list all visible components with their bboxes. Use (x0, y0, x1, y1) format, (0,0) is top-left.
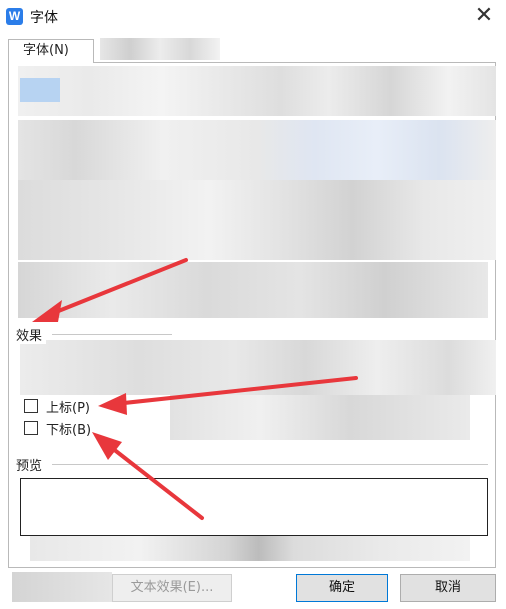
superscript-checkbox[interactable] (24, 399, 38, 413)
wps-app-icon: W (6, 8, 23, 25)
superscript-label: 上标(P) (46, 400, 90, 416)
cancel-button[interactable]: 取消 (400, 574, 496, 602)
subscript-checkbox[interactable] (24, 421, 38, 435)
obscured-region (18, 120, 496, 180)
subscript-option[interactable]: 下标(B) (24, 419, 92, 438)
obscured-region (20, 340, 496, 395)
subscript-label: 下标(B) (46, 422, 92, 438)
preview-group-label: 预览 (16, 455, 47, 474)
obscured-region (12, 572, 112, 602)
preview-divider (52, 464, 488, 465)
ok-button[interactable]: 确定 (296, 574, 388, 602)
window-title: 字体 (30, 10, 58, 26)
obscured-region (20, 78, 60, 102)
title-bar: W 字体 ✕ (0, 0, 506, 32)
obscured-region (100, 38, 220, 60)
preview-box (20, 478, 488, 536)
obscured-region (18, 180, 496, 260)
obscured-region (18, 66, 496, 116)
close-icon[interactable]: ✕ (470, 2, 498, 30)
effects-group-label: 效果 (16, 325, 47, 344)
effects-divider (52, 334, 172, 335)
superscript-option[interactable]: 上标(P) (24, 397, 90, 416)
tab-font[interactable]: 字体(N) (8, 39, 94, 63)
obscured-region (18, 262, 488, 318)
text-effect-button[interactable]: 文本效果(E)... (112, 574, 232, 602)
obscured-region (170, 395, 470, 440)
